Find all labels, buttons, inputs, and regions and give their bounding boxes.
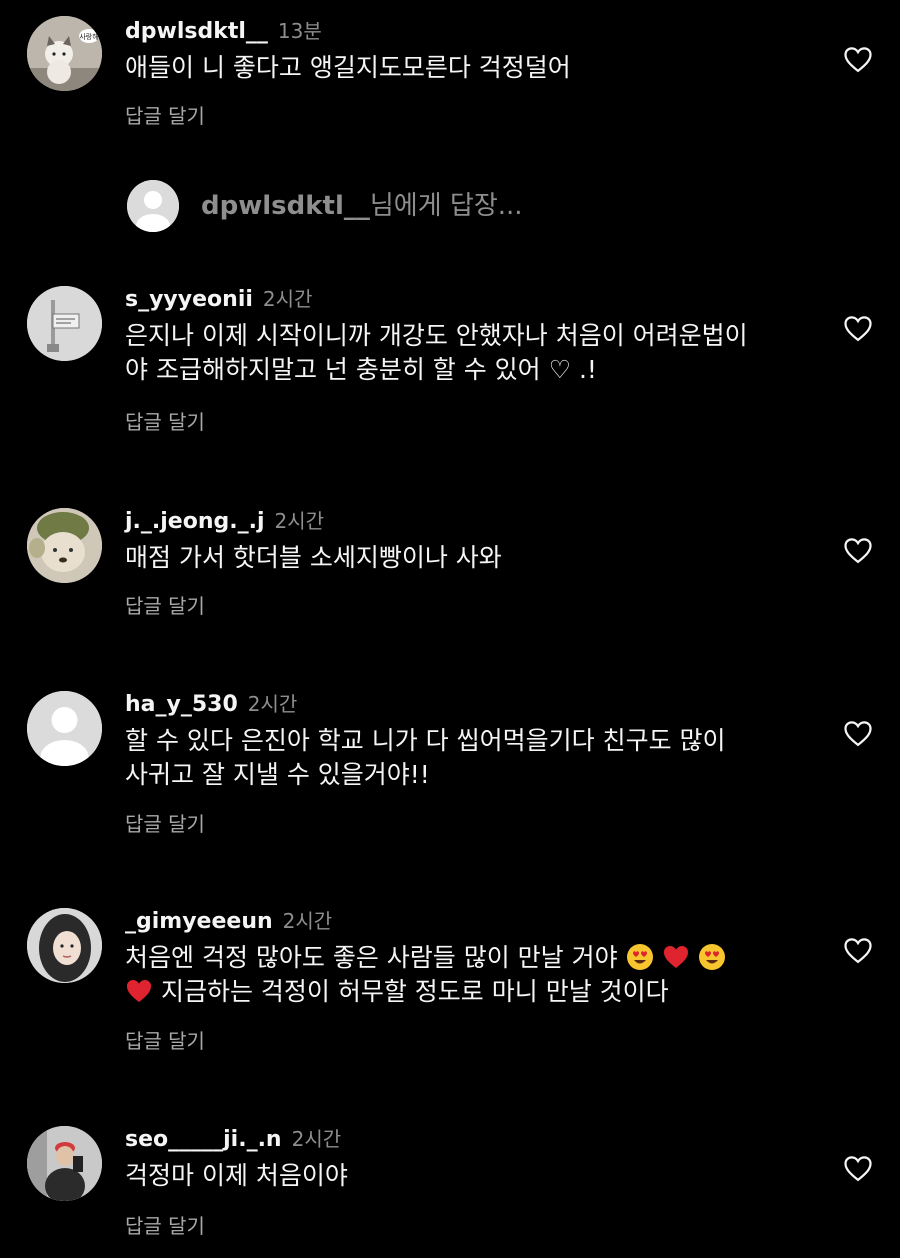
comment-line: 매점 가서 핫더블 소세지빵이나 사와	[125, 543, 502, 572]
username[interactable]: j._.jeong._.j	[125, 509, 265, 534]
heart-icon[interactable]	[843, 45, 873, 73]
avatar[interactable]	[27, 508, 102, 583]
comment-line: 야 조급해하지말고 넌 충분히 할 수 있어 ♡ .!	[125, 355, 597, 384]
comment-header: dpwlsdktl__ 13분	[125, 16, 322, 47]
heart-icon[interactable]	[843, 314, 873, 342]
comment-text: 할 수 있다 은진아 학교 니가 다 씹어먹을기다 친구도 많이 사귀고 잘 지…	[125, 724, 815, 792]
comment-line: 할 수 있다 은진아 학교 니가 다 씹어먹을기다 친구도 많이	[125, 726, 726, 755]
reply-button[interactable]: 답글 달기	[125, 1212, 205, 1240]
comment-header: s_yyyeonii 2시간	[125, 284, 312, 315]
comment-text: 처음엔 걱정 많아도 좋은 사람들 많이 만날 거야 지금하는 걱정이 허무할 …	[125, 941, 815, 1009]
comment-header: seo_____ji._.n 2시간	[125, 1124, 341, 1155]
comment-line: 지금하는 걱정이 허무할 정도로 마니 만날 것이다	[125, 975, 815, 1009]
avatar[interactable]	[27, 691, 102, 766]
username[interactable]: _gimyeeeun	[125, 909, 273, 934]
comment-line: 사귀고 잘 지낼 수 있을거야!!	[125, 760, 430, 789]
comment-line: 은지나 이제 시작이니까 개강도 안했자나 처음이 어려운법이	[125, 321, 748, 350]
username[interactable]: s_yyyeonii	[125, 287, 253, 312]
heart-icon[interactable]	[843, 719, 873, 747]
reply-button[interactable]: 답글 달기	[125, 408, 205, 436]
comment-line: 걱정마 이제 처음이야	[125, 1161, 348, 1190]
comment-line: 애들이 니 좋다고 앵길지도모른다 걱정덜어	[125, 53, 571, 82]
avatar-badge-text: 사랑해	[79, 32, 98, 41]
comment-line-text: 지금하는 걱정이 허무할 정도로 마니 만날 것이다	[160, 977, 669, 1006]
heart-eyes-emoji-icon	[698, 943, 726, 971]
username[interactable]: ha_y_530	[125, 692, 238, 717]
avatar[interactable]	[27, 286, 102, 361]
comment-line: 처음엔 걱정 많아도 좋은 사람들 많이 만날 거야	[125, 941, 815, 975]
comment-time: 2시간	[282, 909, 333, 933]
red-heart-icon	[125, 977, 153, 1005]
username[interactable]: dpwlsdktl__	[125, 19, 268, 44]
heart-icon[interactable]	[843, 936, 873, 964]
red-heart-icon	[662, 943, 690, 971]
reply-input-bar[interactable]: dpwlsdktl__님에게 답장...	[127, 180, 827, 232]
comment-text: 애들이 니 좋다고 앵길지도모른다 걱정덜어	[125, 51, 815, 85]
reply-button[interactable]: 답글 달기	[125, 1027, 205, 1055]
reply-button[interactable]: 답글 달기	[125, 810, 205, 838]
heart-icon[interactable]	[843, 1154, 873, 1182]
reply-button[interactable]: 답글 달기	[125, 102, 205, 130]
avatar[interactable]	[27, 1126, 102, 1201]
comment-time: 2시간	[262, 287, 313, 311]
username[interactable]: seo_____ji._.n	[125, 1127, 282, 1152]
comment-header: ha_y_530 2시간	[125, 689, 297, 720]
comment-header: _gimyeeeun 2시간	[125, 906, 332, 937]
comment-text: 은지나 이제 시작이니까 개강도 안했자나 처음이 어려운법이 야 조급해하지말…	[125, 319, 815, 387]
reply-button[interactable]: 답글 달기	[125, 592, 205, 620]
comment-time: 2시간	[247, 692, 298, 716]
comment-time: 13분	[277, 19, 322, 43]
comment-text: 걱정마 이제 처음이야	[125, 1159, 815, 1193]
avatar[interactable]	[27, 908, 102, 983]
comment-header: j._.jeong._.j 2시간	[125, 506, 324, 537]
heart-icon[interactable]	[843, 536, 873, 564]
comment-text: 매점 가서 핫더블 소세지빵이나 사와	[125, 541, 815, 575]
comment-time: 2시간	[274, 509, 325, 533]
reply-placeholder-suffix: 님에게 답장...	[369, 191, 523, 221]
comment-time: 2시간	[291, 1127, 342, 1151]
reply-target-user: dpwlsdktl__	[201, 191, 370, 221]
my-avatar	[127, 180, 179, 232]
comment-line-text: 처음엔 걱정 많아도 좋은 사람들 많이 만날 거야	[125, 943, 618, 972]
avatar[interactable]: 사랑해	[27, 16, 102, 91]
heart-eyes-emoji-icon	[626, 943, 654, 971]
reply-placeholder[interactable]: dpwlsdktl__님에게 답장...	[201, 188, 523, 224]
